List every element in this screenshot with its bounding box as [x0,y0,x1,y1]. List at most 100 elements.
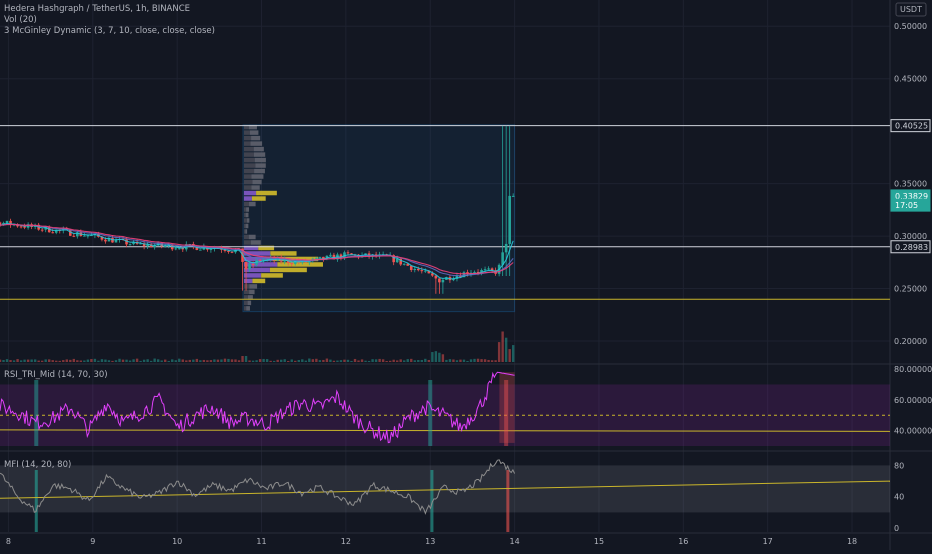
vp-row-up-22 [251,185,260,190]
vp-row-up-4 [249,284,258,289]
volume-bar-96 [336,360,339,362]
price-tick-label: 0.45000 [894,75,927,84]
volume-bar-53 [185,360,188,362]
volume-bar-129 [452,359,455,362]
indicator-mcginley-label[interactable]: 3 McGinley Dynamic (3, 7, 10, close, clo… [4,26,215,37]
candle-body-12 [40,229,44,231]
time-tick-label: 11 [256,537,266,546]
volume-bar-112 [392,359,395,362]
vp-row-down-19 [243,201,250,207]
volume-bar-98 [343,359,346,362]
rsi-title: RSI_TRI_Mid (14, 70, 30) [4,370,108,380]
volume-bar-49 [171,359,174,362]
volume-bar-37 [128,360,132,362]
volume-bar-43 [149,360,153,362]
volume-bar-113 [395,360,399,362]
mfi-title: MFI (14, 20, 80) [4,460,71,470]
volume-bar-32 [111,360,114,362]
volume-bar-17 [58,360,61,362]
indicator-volume-label[interactable]: Vol (20) [4,15,215,26]
vp-row-down-1 [243,300,248,306]
volume-bar-73 [255,360,258,362]
vp-row-up-5 [252,278,266,284]
volume-bar-59 [206,360,209,362]
candle-body-70 [244,261,248,270]
vp-row-down-6 [243,273,262,278]
volume-bar-38 [132,359,135,362]
vp-row-up-28 [253,152,266,157]
volume-bar-52 [181,359,184,362]
volume-bar-20 [69,359,72,362]
volume-bar-86 [301,359,304,362]
candle-body-91 [318,256,322,258]
vp-row-up-12 [250,240,261,245]
candle-body-50 [174,248,178,250]
volume-bar-82 [287,360,290,362]
volume-bar-16 [55,360,58,362]
volume-bar-142 [497,342,501,362]
volume-bar-95 [332,360,336,362]
volume-bar-24 [83,360,86,362]
vp-row-up-24 [251,174,264,179]
volume-bar-21 [72,358,76,362]
candle-body-90 [315,257,318,259]
volume-bar-2 [5,359,9,362]
vp-row-up-16 [246,218,250,223]
mfi-signal-bar-2 [506,470,510,532]
volume-bar-118 [413,360,416,362]
volume-bar-80 [280,359,283,362]
price-tag-label: 0.40525 [895,122,928,131]
volume-bar-64 [223,358,227,362]
volume-bar-99 [346,359,350,362]
candle-body-25 [86,235,90,237]
candle-body-6 [19,226,23,228]
volume-bar-85 [297,359,300,362]
volume-bar-146 [511,345,515,362]
candle-body-138 [483,269,487,271]
volume-bar-12 [40,360,44,362]
symbol-title[interactable]: Hedera Hashgraph / TetherUS, 1h, BINANCE [4,4,215,15]
volume-bar-81 [283,359,286,362]
candle-body-57 [199,249,202,251]
price-tick-label: 0.50000 [894,22,927,31]
price-tick-label: 0.20000 [894,337,927,346]
rsi-tick-label: 60.00000 [894,396,932,405]
volume-bar-69 [241,356,244,362]
volume-bar-90 [315,358,318,362]
candle-body-121 [424,270,427,272]
volume-bar-132 [462,359,466,362]
volume-bar-89 [311,359,315,362]
volume-bar-131 [459,359,462,362]
volume-bar-30 [104,359,107,362]
volume-bar-126 [441,354,445,362]
volume-bar-48 [167,360,170,362]
vp-row-down-23 [243,179,253,185]
volume-bar-10 [33,359,37,362]
vp-row-up-19 [249,201,256,207]
volume-bar-71 [248,360,251,362]
chart-canvas[interactable]: USDT 0.50000 0.45000 0.35000 0.30000 0.25000 0… [0,0,932,550]
volume-bar-13 [44,359,47,362]
volume-bar-108 [378,358,381,362]
mfi-tick-label: 0 [894,524,899,533]
volume-bar-15 [51,360,54,362]
volume-bar-93 [325,358,329,362]
volume-bar-25 [86,359,90,362]
vp-row-up-21 [256,190,277,196]
volume-bar-123 [431,352,434,362]
rsi-overbought-zone [499,372,515,443]
vp-row-down-30 [243,141,251,146]
vp-row-up-18 [246,207,250,212]
time-tick-label: 12 [341,537,351,546]
candle-body-37 [128,244,132,246]
volume-bar-74 [258,359,262,362]
volume-bar-134 [469,359,473,362]
vp-row-up-32 [249,130,259,135]
volume-bar-117 [410,358,413,362]
price-tag-label: 0.28983 [895,243,928,252]
vp-row-down-18 [243,207,247,212]
volume-bar-135 [473,358,476,362]
volume-bar-51 [178,358,181,362]
volume-bar-68 [237,360,241,362]
volume-bar-57 [199,360,202,362]
